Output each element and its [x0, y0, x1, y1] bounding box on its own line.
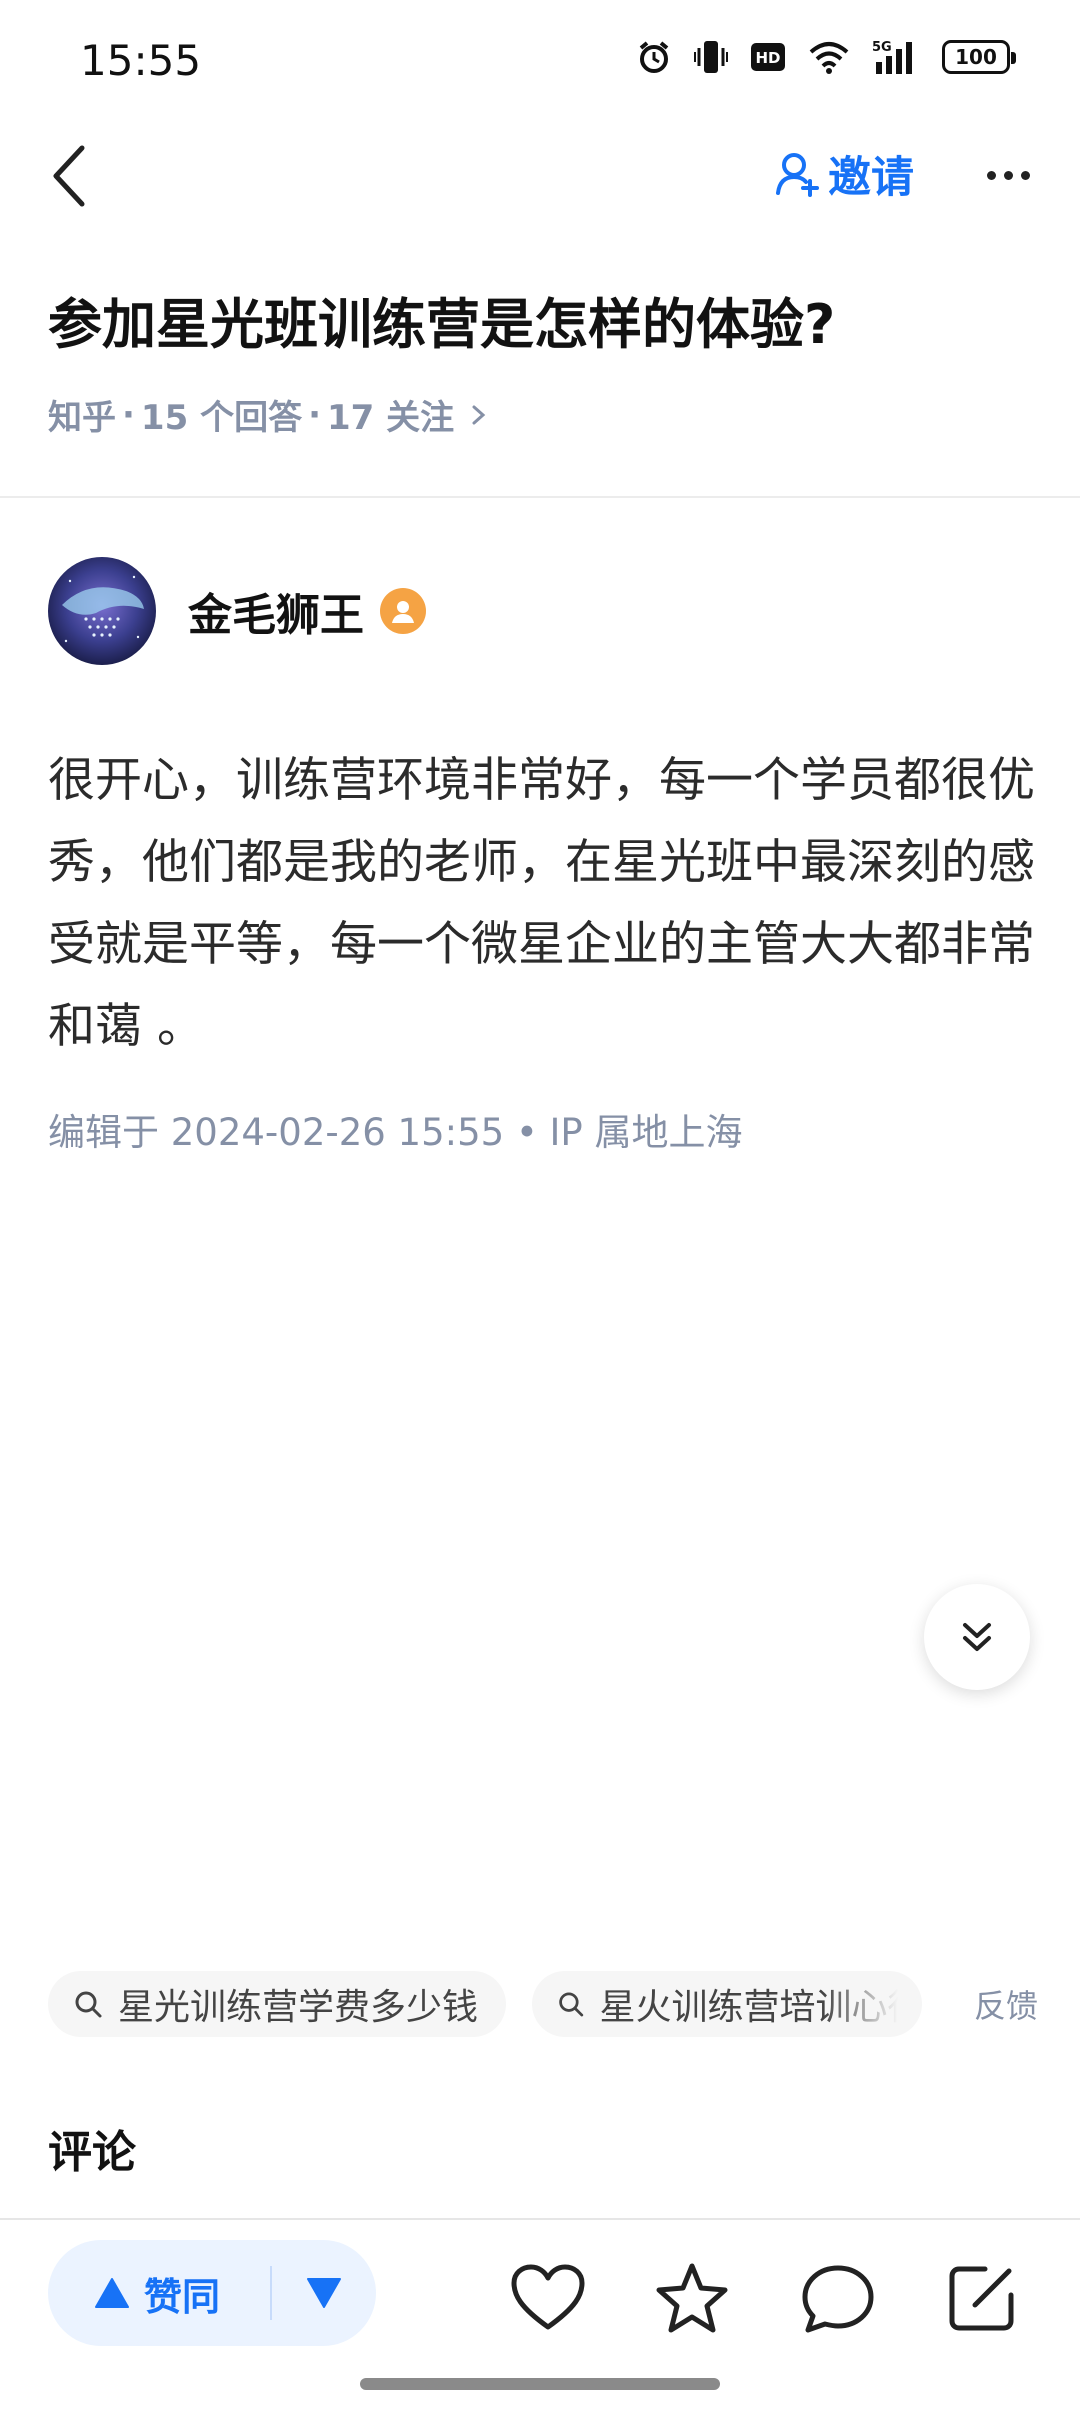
- invite-button[interactable]: 邀请: [776, 144, 914, 204]
- author-name[interactable]: 金毛狮王: [188, 579, 364, 643]
- wifi-icon: [809, 42, 849, 74]
- next-answer-button[interactable]: [924, 1584, 1030, 1690]
- like-heart-icon: [511, 2264, 585, 2330]
- edit-icon: [949, 2266, 1014, 2331]
- search-icon: [75, 1991, 102, 2018]
- comments-heading: 评论: [48, 2127, 136, 2178]
- search-icon: [559, 1992, 584, 2017]
- related-search-chip[interactable]: 星光训练营学费多少钱: [48, 1971, 506, 2037]
- comment-icon: [802, 2265, 874, 2333]
- author-row[interactable]: 金毛狮王: [48, 556, 426, 666]
- answer-count: 15 个回答: [140, 398, 303, 438]
- upvote-button[interactable]: 赞同: [48, 2240, 270, 2346]
- downvote-icon: [307, 2278, 341, 2308]
- answer-content[interactable]: 很开心，训练营环境非常好，每一个学员都很优秀，他们都是我的老师，在星光班中最深刻…: [48, 740, 1038, 1068]
- double-chevron-down-icon: [963, 1623, 991, 1651]
- upvote-icon: [95, 2278, 129, 2308]
- author-badge-icon: [380, 588, 426, 634]
- alarm-icon: [639, 41, 669, 73]
- invite-label: 邀请: [828, 153, 914, 203]
- more-icon: [986, 170, 996, 180]
- avatar[interactable]: [48, 557, 156, 665]
- vibrate-icon: [694, 41, 728, 73]
- status-icons: HD 5G 100: [636, 38, 1016, 76]
- battery-level: 100: [955, 45, 997, 69]
- svg-text:HD: HD: [755, 49, 780, 67]
- answer-edit-meta: 编辑于 2024-02-26 15:55 • IP 属地上海: [48, 1111, 743, 1154]
- hd-icon: HD: [751, 43, 785, 71]
- 5g-signal-icon: 5G: [872, 40, 912, 74]
- home-indicator[interactable]: [360, 2378, 720, 2390]
- upvote-label: 赞同: [144, 2274, 221, 2319]
- vote-group: 赞同: [48, 2240, 376, 2346]
- status-bar: 15:55 HD 5G 100: [0, 0, 1080, 120]
- favorite-button[interactable]: [652, 2258, 732, 2338]
- chevron-right-icon: [472, 405, 486, 424]
- feedback-link[interactable]: 反馈: [974, 1981, 1038, 2027]
- like-button[interactable]: [508, 2258, 588, 2338]
- comment-button[interactable]: [798, 2258, 878, 2338]
- status-time: 15:55: [80, 36, 202, 85]
- related-search-label: 星光训练营学费多少钱: [118, 1987, 479, 2028]
- back-icon: [53, 145, 85, 207]
- question-meta[interactable]: 知乎 · 15 个回答 · 17 关注: [48, 390, 490, 439]
- edit-button[interactable]: [942, 2258, 1022, 2338]
- bottom-action-bar: 赞同: [0, 2220, 1080, 2350]
- related-search-label: 星火训练营培训心得: [599, 1987, 898, 2028]
- downvote-button[interactable]: [272, 2240, 376, 2346]
- svg-text:5G: 5G: [872, 40, 892, 55]
- top-nav: 邀请: [0, 120, 1080, 230]
- meta-separator: ·: [308, 394, 321, 435]
- question-source: 知乎: [48, 398, 116, 438]
- battery-icon: 100: [942, 40, 1016, 74]
- related-search-chip[interactable]: 星火训练营培训心得: [532, 1971, 922, 2037]
- favorite-star-icon: [656, 2263, 728, 2333]
- back-button[interactable]: [40, 136, 100, 216]
- related-searches: 星光训练营学费多少钱 星火训练营培训心得 反馈: [48, 1970, 1048, 2038]
- invite-user-icon: [776, 153, 819, 197]
- more-button[interactable]: [978, 150, 1038, 200]
- meta-separator: ·: [122, 394, 135, 435]
- question-title[interactable]: 参加星光班训练营是怎样的体验?: [48, 290, 1038, 360]
- header-divider: [0, 496, 1080, 498]
- follow-count: 17 关注: [327, 398, 455, 438]
